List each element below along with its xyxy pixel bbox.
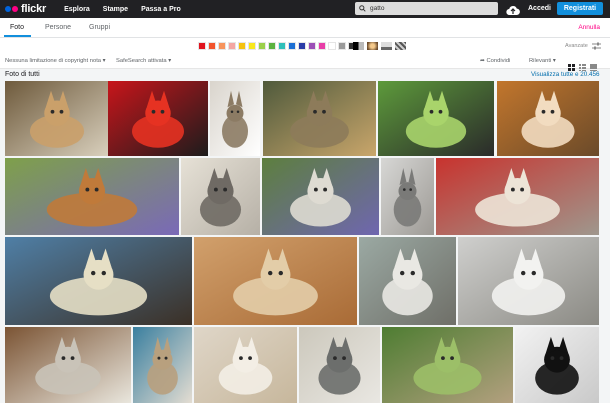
cat-photo-radiator-sleeping[interactable]: [458, 237, 599, 325]
photo-image: [381, 158, 434, 235]
cat-photo-tabby-window[interactable]: [181, 158, 260, 235]
photo-image: [181, 158, 260, 235]
photo-image: [436, 158, 599, 235]
photo-image: [263, 81, 376, 156]
cat-photo-tabby-wood[interactable]: [263, 81, 376, 156]
photo-image: [262, 158, 379, 235]
cat-photo-black-ladder[interactable]: [515, 327, 599, 403]
cat-photo-white-window[interactable]: [359, 237, 456, 325]
cat-photo-map-lying[interactable]: [5, 237, 192, 325]
photo-image: [359, 237, 456, 325]
cat-photo-two-cats-table[interactable]: [5, 327, 131, 403]
photo-image: [5, 237, 192, 325]
cat-photo-white-lavender[interactable]: [262, 158, 379, 235]
cat-photo-siamese-grass[interactable]: [378, 81, 494, 156]
photo-image: [382, 327, 513, 403]
photo-image: [210, 81, 260, 156]
photo-image: [458, 237, 599, 325]
cat-photo-pillows-sofa[interactable]: [436, 158, 599, 235]
photo-image: [133, 327, 192, 403]
photo-image: [108, 81, 208, 156]
photo-image: [5, 327, 131, 403]
photo-image: [515, 327, 599, 403]
cat-photo-orange-kitten[interactable]: [497, 81, 599, 156]
cat-photo-sitting-kitten[interactable]: [210, 81, 260, 156]
cat-photo-tabby-garden[interactable]: [382, 327, 513, 403]
photo-image: [497, 81, 599, 156]
cat-photo-orange-lavender[interactable]: [5, 158, 179, 235]
photo-image: [5, 158, 179, 235]
cat-photo-tabby-standing[interactable]: [133, 327, 192, 403]
photo-image: [299, 327, 380, 403]
cat-photo-gray-window[interactable]: [299, 327, 380, 403]
cat-photo-orange-sleeping[interactable]: [194, 237, 357, 325]
cat-photo-tabby-face[interactable]: [5, 81, 109, 156]
photo-image: [194, 327, 297, 403]
photo-image: [194, 237, 357, 325]
photo-image: [378, 81, 494, 156]
photo-image: [5, 81, 109, 156]
cat-photo-red-fabric[interactable]: [108, 81, 208, 156]
cat-photo-window-sill[interactable]: [381, 158, 434, 235]
cat-photo-white-sleeping[interactable]: [194, 327, 297, 403]
photo-grid: [0, 0, 610, 403]
